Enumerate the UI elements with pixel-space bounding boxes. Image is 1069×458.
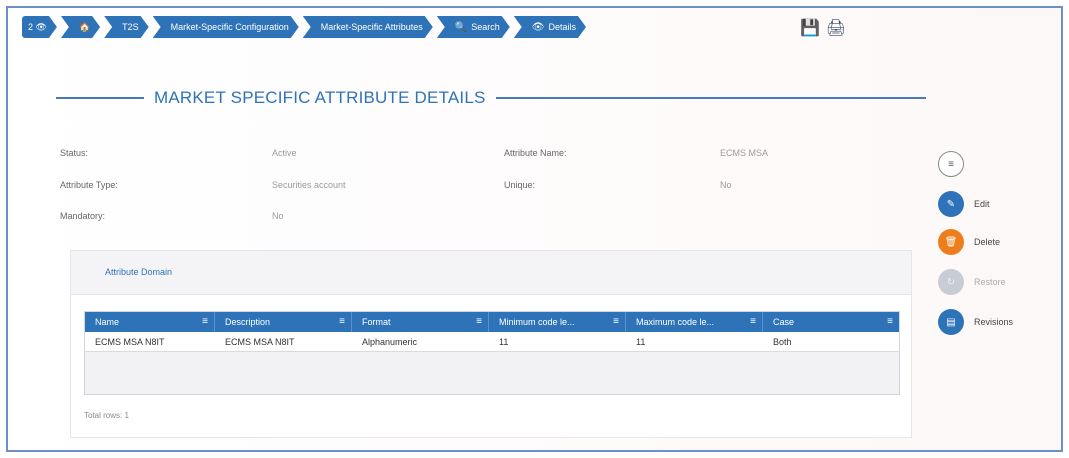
restore-button[interactable]: ↻ Restore <box>938 269 1006 295</box>
page-title: MARKET SPECIFIC ATTRIBUTE DETAILS <box>154 88 486 107</box>
cell-name: ECMS MSA N8IT <box>95 336 165 347</box>
grid-header: Name ≡ Description ≡ Format ≡ Minimum co… <box>85 312 899 332</box>
print-icon[interactable]: 🖨 <box>826 18 846 38</box>
delete-button[interactable]: 🗑 Delete <box>938 229 1000 255</box>
edit-label: Edit <box>974 199 990 209</box>
toolbar: 💾 🖨 <box>800 18 846 38</box>
breadcrumb-market-specific-attributes[interactable]: Market-Specific Attributes <box>303 16 433 38</box>
column-menu-icon[interactable]: ≡ <box>613 316 619 327</box>
unique-label: Unique: <box>504 180 536 190</box>
column-menu-icon[interactable]: ≡ <box>339 316 345 327</box>
breadcrumb-counter[interactable]: 2 👁 <box>22 16 57 38</box>
revisions-button[interactable]: ▤ Revisions <box>938 309 1013 335</box>
edit-icon: ✎ <box>938 191 964 217</box>
title-divider-right <box>495 97 926 99</box>
breadcrumb-details[interactable]: 👁 Details <box>514 16 586 38</box>
column-header-format[interactable]: Format ≡ <box>352 312 489 332</box>
cell-description: ECMS MSA N8IT <box>225 336 295 347</box>
breadcrumb-home[interactable]: 🏠 <box>61 16 100 38</box>
mandatory-value: No <box>272 211 284 221</box>
total-rows: Total rows: 1 <box>84 411 129 420</box>
cell-case: Both <box>773 336 792 347</box>
save-icon[interactable]: 💾 <box>800 18 820 38</box>
breadcrumb-market-specific-configuration[interactable]: Market-Specific Configuration <box>153 16 299 38</box>
breadcrumb-search[interactable]: 🔍 Search <box>437 16 510 38</box>
breadcrumb-t2s[interactable]: T2S <box>104 16 149 38</box>
attribute-type-value: Securities account <box>272 180 346 190</box>
restore-icon: ↻ <box>938 269 964 295</box>
cell-format: Alphanumeric <box>362 336 418 347</box>
column-menu-icon[interactable]: ≡ <box>202 316 208 327</box>
page-title-row: MARKET SPECIFIC ATTRIBUTE DETAILS <box>56 86 926 110</box>
revisions-icon: ▤ <box>938 309 964 335</box>
delete-icon: 🗑 <box>938 229 964 255</box>
eye-icon: 👁 <box>531 21 545 33</box>
search-icon: 🔍 <box>454 21 468 33</box>
menu-icon: ≡ <box>938 151 964 177</box>
column-header-maximum-code-length[interactable]: Maximum code le... ≡ <box>626 312 763 332</box>
attribute-domain-header: Attribute Domain <box>71 251 911 295</box>
column-menu-icon[interactable]: ≡ <box>476 316 482 327</box>
attribute-domain-grid: Name ≡ Description ≡ Format ≡ Minimum co… <box>84 311 900 395</box>
cell-minimum-code-length: 11 <box>499 336 509 347</box>
revisions-label: Revisions <box>974 317 1014 327</box>
column-menu-icon[interactable]: ≡ <box>750 316 756 327</box>
edit-button[interactable]: ✎ Edit <box>938 191 990 217</box>
column-header-description[interactable]: Description ≡ <box>215 312 352 332</box>
restore-label: Restore <box>974 277 1006 287</box>
home-icon: 🏠 <box>78 21 91 32</box>
column-menu-icon[interactable]: ≡ <box>887 316 893 327</box>
attribute-domain-title[interactable]: Attribute Domain <box>105 267 172 277</box>
attribute-type-label: Attribute Type: <box>60 180 118 190</box>
title-divider-left <box>56 97 144 99</box>
unique-value: No <box>720 180 732 190</box>
status-value: Active <box>272 148 297 158</box>
attribute-name-label: Attribute Name: <box>504 148 567 158</box>
breadcrumb: 2 👁 🏠 T2S Market-Specific Configuration … <box>22 16 590 38</box>
mandatory-label: Mandatory: <box>60 211 106 221</box>
delete-label: Delete <box>974 237 1001 247</box>
attribute-domain-panel: Attribute Domain Name ≡ Description ≡ Fo… <box>70 250 912 438</box>
attribute-name-value: ECMS MSA <box>720 148 769 158</box>
column-header-name[interactable]: Name ≡ <box>85 312 215 332</box>
column-header-case[interactable]: Case ≡ <box>763 312 899 332</box>
cell-maximum-code-length: 11 <box>636 336 646 347</box>
table-row[interactable]: ECMS MSA N8IT ECMS MSA N8IT Alphanumeric… <box>85 332 899 352</box>
context-menu-button[interactable]: ≡ <box>938 151 964 177</box>
column-header-minimum-code-length[interactable]: Minimum code le... ≡ <box>489 312 626 332</box>
status-label: Status: <box>60 148 89 158</box>
